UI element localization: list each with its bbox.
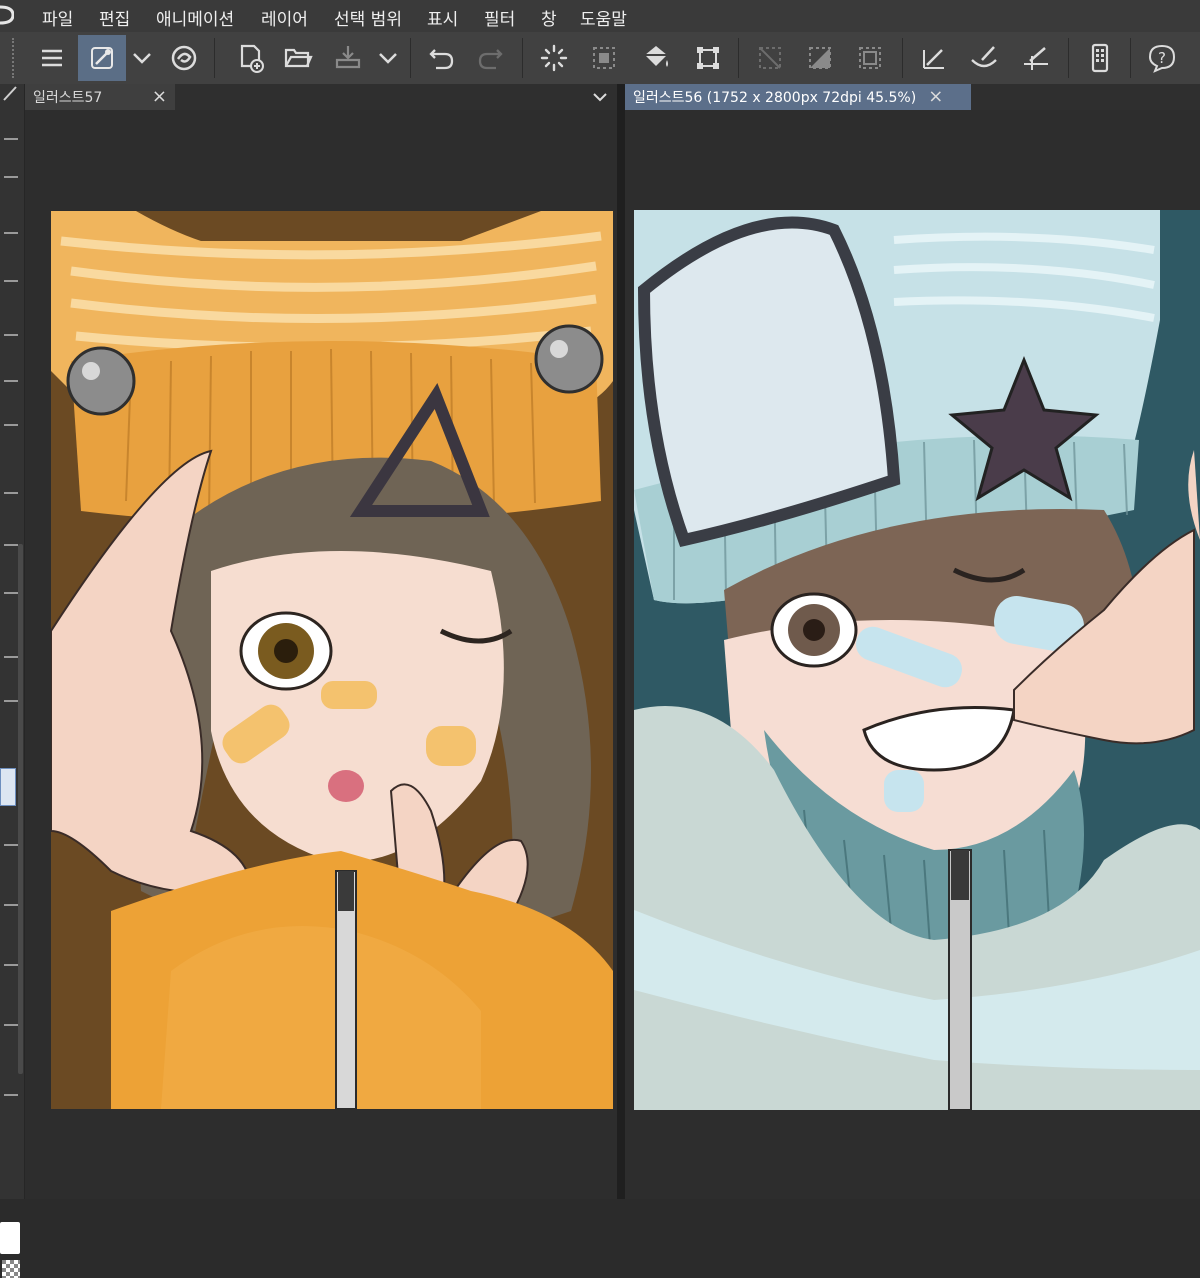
save-icon[interactable] <box>324 35 372 81</box>
right-tab-bar: 일러스트56 (1752 x 2800px 72dpi 45.5%) × <box>625 84 1200 110</box>
undo-icon[interactable] <box>418 35 466 81</box>
chevron-down-icon[interactable] <box>126 35 158 81</box>
tab-title: 일러스트57 <box>33 90 103 106</box>
tool-item[interactable] <box>4 656 18 658</box>
tab-illust57[interactable]: 일러스트57 × <box>25 84 175 110</box>
tool-item[interactable] <box>4 964 18 966</box>
tool-item[interactable] <box>4 334 18 336</box>
tool-scrollbar[interactable] <box>18 544 23 1074</box>
tool-item[interactable] <box>4 492 18 494</box>
tool-item[interactable] <box>4 592 18 594</box>
command-bar: ? <box>0 32 1200 84</box>
right-artwork-canvas[interactable] <box>634 210 1200 1110</box>
redo-icon[interactable] <box>466 35 514 81</box>
tool-item[interactable] <box>4 424 18 426</box>
open-folder-icon[interactable] <box>274 35 322 81</box>
smartphone-icon[interactable] <box>1076 35 1124 81</box>
tool-item[interactable] <box>4 1024 18 1026</box>
invert-selection-icon[interactable] <box>796 35 844 81</box>
brush-icon[interactable] <box>960 35 1008 81</box>
tool-item[interactable] <box>4 380 18 382</box>
help-icon[interactable]: ? <box>1138 35 1186 81</box>
tool-item[interactable] <box>4 176 18 178</box>
tool-item[interactable] <box>4 232 18 234</box>
menu-help[interactable]: 도움말 <box>580 5 627 30</box>
menu-filter[interactable]: 필터 <box>484 5 515 30</box>
menu-layer[interactable]: 레이어 <box>261 5 308 30</box>
close-icon[interactable]: × <box>152 88 167 106</box>
left-artwork-canvas[interactable] <box>51 211 613 1109</box>
menu-selection[interactable]: 선택 범위 <box>334 5 402 30</box>
show-selection-icon[interactable] <box>846 35 894 81</box>
menu-bar: 파일 편집 애니메이션 레이어 선택 범위 표시 필터 창 도움말 <box>0 0 1200 32</box>
menu-icon[interactable] <box>28 35 76 81</box>
close-icon[interactable]: × <box>928 88 943 106</box>
active-tool[interactable] <box>0 768 16 806</box>
tool-item[interactable] <box>4 700 18 702</box>
menu-view[interactable]: 표시 <box>427 5 458 30</box>
tool-item[interactable] <box>4 844 18 846</box>
menu-edit[interactable]: 편집 <box>99 5 130 30</box>
menu-file[interactable]: 파일 <box>42 5 73 30</box>
loading-spinner-icon[interactable] <box>530 35 578 81</box>
new-file-icon[interactable] <box>226 35 274 81</box>
tab-title: 일러스트56 (1752 x 2800px 72dpi 45.5%) <box>633 90 917 106</box>
transparent-color-swatch[interactable] <box>2 1260 20 1278</box>
swirl-logo-icon[interactable] <box>160 35 208 81</box>
ruler-pen-icon[interactable] <box>910 35 958 81</box>
menu-animation[interactable]: 애니메이션 <box>156 5 234 30</box>
tab-illust56[interactable]: 일러스트56 (1752 x 2800px 72dpi 45.5%) × <box>625 84 971 110</box>
clear-selection-icon[interactable] <box>746 35 794 81</box>
svg-text:?: ? <box>1158 49 1166 67</box>
eyedropper-pen-icon[interactable] <box>78 35 126 81</box>
tool-item[interactable] <box>4 544 18 546</box>
menu-window[interactable]: 창 <box>541 5 557 30</box>
grip-handle[interactable] <box>12 38 18 78</box>
pencil-line-icon[interactable] <box>1012 35 1060 81</box>
tool-item[interactable] <box>4 1094 18 1096</box>
chevron-down-icon[interactable] <box>372 35 404 81</box>
left-tab-bar: 일러스트57 × <box>25 84 617 110</box>
main-color-swatch[interactable] <box>0 1222 20 1254</box>
tool-item[interactable] <box>4 138 18 140</box>
selection-dotted-icon[interactable] <box>580 35 628 81</box>
fill-bucket-icon[interactable] <box>632 35 680 81</box>
app-logo-icon <box>0 5 14 25</box>
transform-icon[interactable] <box>684 35 732 81</box>
tool-item[interactable] <box>4 280 18 282</box>
tool-strip <box>0 84 25 1278</box>
tool-item[interactable] <box>4 904 18 906</box>
pane-divider[interactable] <box>617 84 625 1199</box>
chevron-down-icon[interactable] <box>591 88 609 106</box>
pen-tool-icon[interactable] <box>2 84 20 102</box>
